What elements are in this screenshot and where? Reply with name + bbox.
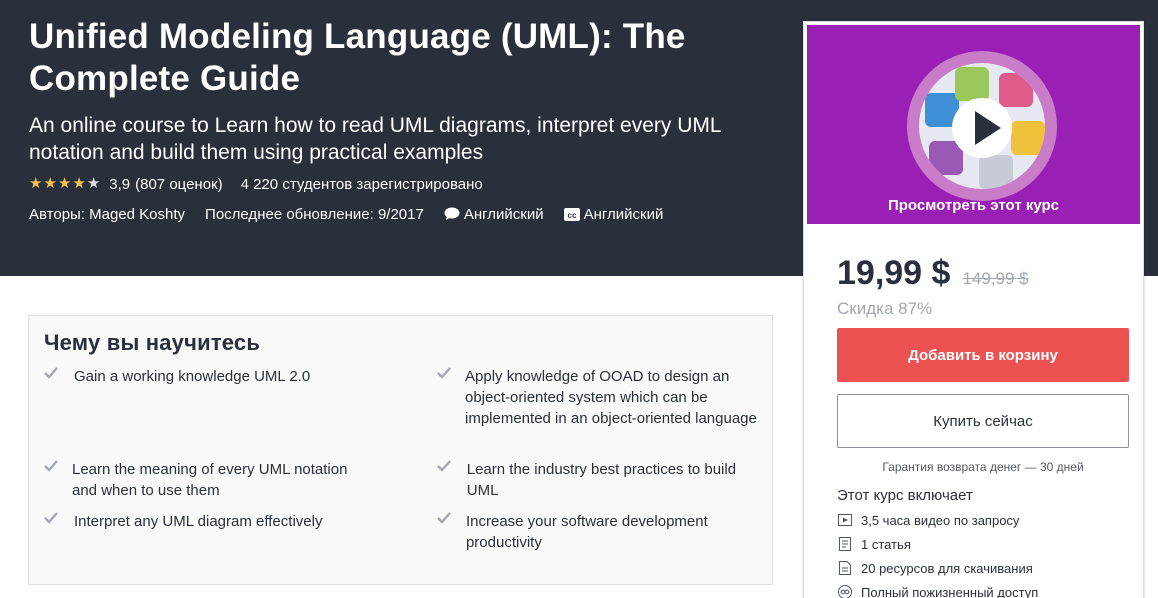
star-icon: ★ — [57, 175, 72, 192]
includes-item: 20 ресурсов для скачивания — [837, 556, 1038, 580]
includes-title: Этот курс включает — [837, 487, 973, 504]
learn-column-right: Apply knowledge of OOAD to design an obj… — [437, 366, 767, 553]
learn-item-text: Learn the meaning of every UML notation … — [72, 461, 348, 499]
current-price: 19,99 $ — [837, 254, 951, 292]
preview-label: Просмотреть этот курс — [887, 197, 1060, 214]
check-icon — [44, 460, 58, 511]
learn-item-text: Gain a working knowledge UML 2.0 — [74, 368, 311, 385]
check-icon — [437, 460, 453, 511]
course-header-content: Unified Modeling Language (UML): The Com… — [29, 16, 789, 226]
video-icon — [837, 513, 853, 527]
last-update: Последнее обновление: 9/2017 — [205, 205, 424, 223]
authors[interactable]: Авторы: Maged Koshty — [29, 206, 185, 223]
includes-item: Полный пожизненный доступ — [837, 580, 1038, 598]
star-icon: ★ — [72, 175, 86, 192]
star-icon: ★ — [29, 175, 43, 192]
buy-now-button[interactable]: Купить сейчас — [837, 394, 1129, 448]
rating-row: ★ ★ ★ ★ ★ 3,9 (807 оценок) 4 220 студент… — [29, 173, 789, 195]
puzzle-piece — [1011, 121, 1045, 155]
what-you-will-learn: Чему вы научитесь Gain a working knowled… — [28, 315, 773, 585]
play-icon — [975, 111, 1001, 145]
price-row: 19,99 $ 149,99 $ — [837, 254, 1029, 293]
learn-title: Чему вы научитесь — [44, 330, 261, 355]
learn-item: Increase your software development produ… — [437, 511, 767, 553]
includes-item-label: 1 статья — [861, 536, 911, 552]
rating-count[interactable]: (807 оценок) — [135, 176, 222, 193]
speech-bubble-icon — [444, 207, 460, 221]
learn-item: Gain a working knowledge UML 2.0 — [44, 366, 374, 459]
download-icon — [837, 561, 853, 575]
learn-item-text: Learn the industry best practices to bui… — [466, 461, 737, 499]
course-title: Unified Modeling Language (UML): The Com… — [29, 17, 686, 98]
check-icon — [437, 512, 452, 553]
add-to-cart-button[interactable]: Добавить в корзину — [837, 328, 1129, 382]
includes-item: 1 статья — [837, 532, 1038, 556]
learn-item-text: Interpret any UML diagram effectively — [74, 513, 323, 530]
infinity-icon — [837, 585, 853, 598]
article-icon — [837, 537, 853, 551]
captions-label: Английский — [583, 205, 664, 223]
learn-item: Learn the industry best practices to bui… — [437, 459, 767, 511]
original-price: 149,99 $ — [962, 269, 1029, 288]
puzzle-piece — [955, 67, 989, 101]
includes-item-label: 20 ресурсов для скачивания — [861, 560, 1033, 576]
puzzle-piece — [999, 73, 1033, 107]
money-back-guarantee: Гарантия возврата денег — 30 дней — [882, 460, 1084, 474]
svg-text:cc: cc — [567, 211, 576, 220]
star-empty-icon: ★ — [86, 175, 101, 192]
discount-label: Скидка 87% — [837, 299, 933, 318]
language: Английский — [444, 206, 544, 223]
learn-item: Apply knowledge of OOAD to design an obj… — [437, 366, 767, 459]
learn-item-text: Increase your software development produ… — [465, 513, 708, 551]
learn-column-left: Gain a working knowledge UML 2.0 Learn t… — [44, 366, 374, 532]
check-icon — [437, 367, 451, 459]
course-subtitle: An online course to Learn how to read UM… — [29, 114, 721, 164]
language-label: Английский — [463, 205, 544, 223]
learn-item-text: Apply knowledge of OOAD to design an obj… — [465, 368, 757, 427]
rating-stars: ★ ★ ★ ★ ★ — [29, 175, 101, 193]
closed-captions-icon: cc — [563, 207, 580, 221]
includes-list: 3,5 часа видео по запросу 1 статья 20 ре… — [837, 508, 1038, 598]
check-icon — [44, 512, 60, 532]
purchase-sidebar: Просмотреть этот курс 19,99 $ 149,99 $ С… — [803, 21, 1144, 598]
student-count: 4 220 студентов зарегистрировано — [240, 175, 483, 193]
check-icon — [44, 367, 60, 459]
captions: cc Английский — [563, 205, 664, 223]
includes-item-label: 3,5 часа видео по запросу — [861, 512, 1020, 528]
course-preview[interactable]: Просмотреть этот курс — [807, 25, 1140, 224]
puzzle-piece — [979, 155, 1013, 189]
includes-item-label: Полный пожизненный доступ — [861, 584, 1039, 598]
course-meta: Авторы: Maged Koshty Последнее обновлени… — [29, 202, 789, 226]
rating-value: 3,9 — [109, 175, 131, 193]
learn-item: Interpret any UML diagram effectively — [44, 511, 374, 532]
includes-item: 3,5 часа видео по запросу — [837, 508, 1038, 532]
star-icon: ★ — [43, 175, 57, 192]
learn-item: Learn the meaning of every UML notation … — [44, 459, 374, 511]
